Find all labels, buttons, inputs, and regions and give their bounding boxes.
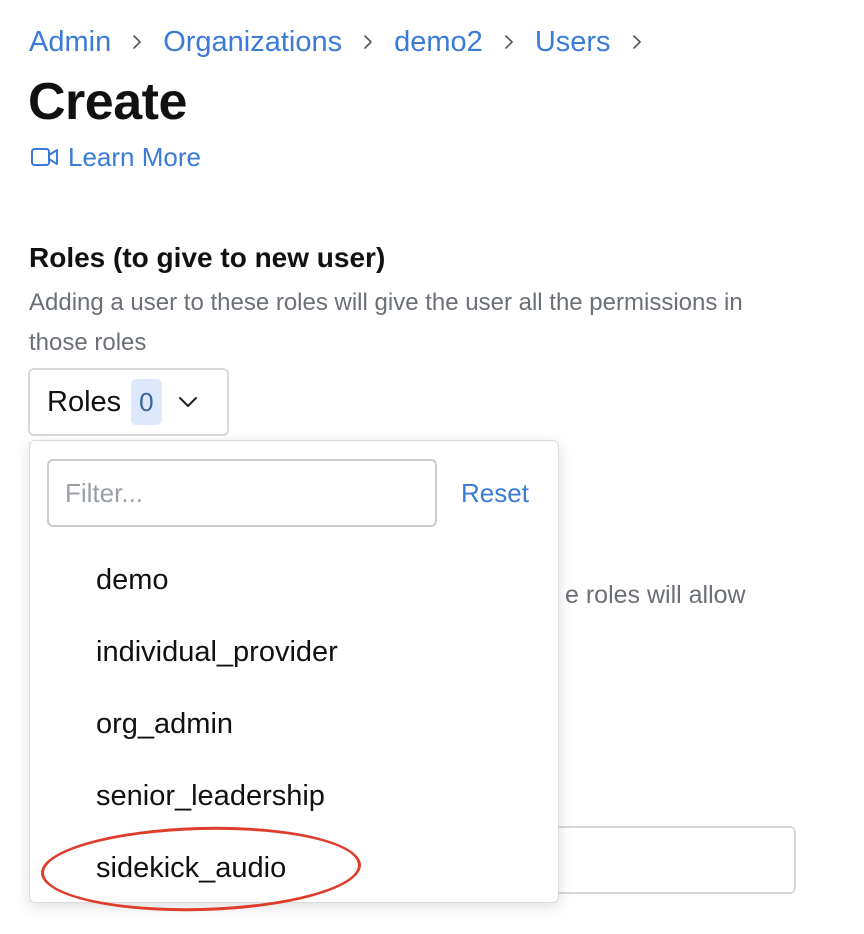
background-description-text: e roles will allow [565, 581, 746, 609]
page-title: Create [28, 73, 187, 131]
roles-dropdown-popover: Reset demo individual_provider org_admin… [29, 440, 559, 903]
role-option-individual-provider[interactable]: individual_provider [96, 632, 338, 672]
role-option-org-admin[interactable]: org_admin [96, 704, 233, 744]
roles-section-description: Adding a user to these roles will give t… [29, 289, 743, 356]
video-camera-icon [31, 148, 58, 166]
roles-button-label: Roles [47, 386, 122, 418]
chevron-right-icon [125, 30, 149, 54]
create-user-page: Admin Organizations demo2 Users Create L… [0, 0, 864, 934]
breadcrumb-organizations[interactable]: Organizations [163, 22, 342, 62]
breadcrumb-demo2[interactable]: demo2 [394, 22, 483, 62]
learn-more-label: Learn More [68, 142, 201, 172]
role-option-senior-leadership[interactable]: senior_leadership [96, 776, 325, 816]
role-option-demo[interactable]: demo [96, 560, 169, 600]
breadcrumb-users[interactable]: Users [535, 22, 611, 62]
breadcrumb-admin[interactable]: Admin [29, 22, 111, 62]
learn-more-link[interactable]: Learn More [30, 140, 201, 174]
breadcrumb: Admin Organizations demo2 Users [29, 22, 649, 62]
chevron-down-icon [178, 397, 197, 407]
roles-filter-input[interactable] [47, 459, 437, 527]
roles-count-badge: 0 [131, 379, 162, 425]
chevron-right-icon [356, 30, 380, 54]
chevron-right-icon [497, 30, 521, 54]
roles-section-title: Roles (to give to new user) [29, 242, 386, 273]
role-option-sidekick-audio[interactable]: sidekick_audio [96, 848, 286, 888]
chevron-right-icon [625, 30, 649, 54]
background-input-field[interactable] [540, 826, 796, 894]
roles-dropdown-button[interactable]: Roles 0 [28, 368, 229, 436]
reset-button[interactable]: Reset [461, 475, 529, 511]
